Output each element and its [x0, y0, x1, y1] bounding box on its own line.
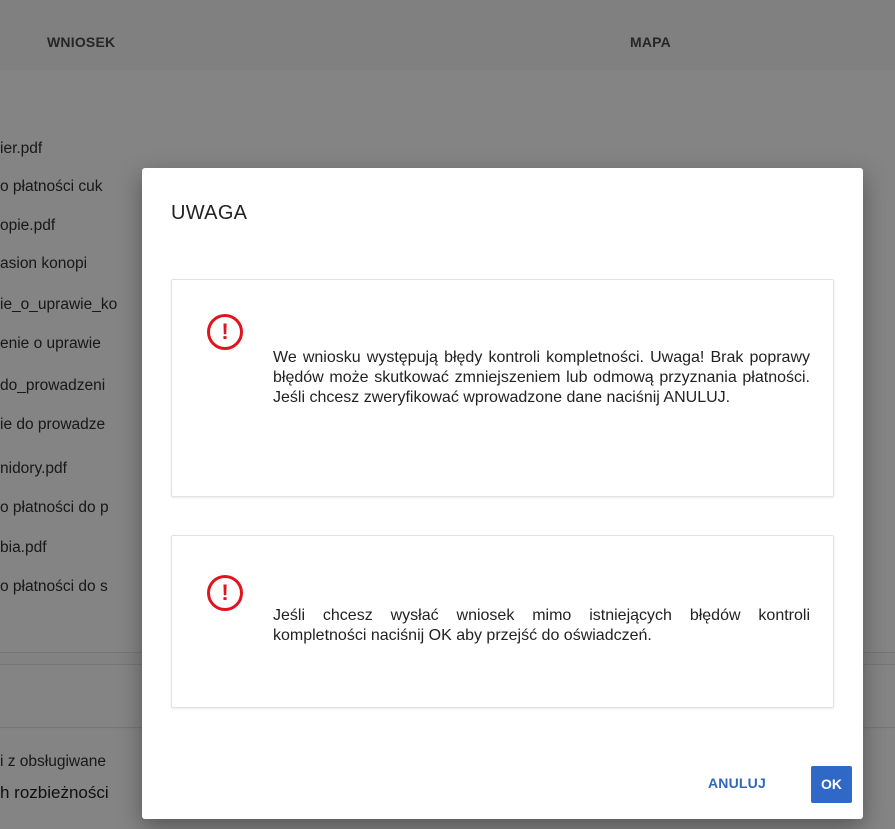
cancel-button[interactable]: ANULUJ: [708, 775, 766, 791]
exclamation-circle-icon: !: [207, 575, 243, 611]
dialog-title: UWAGA: [171, 202, 248, 224]
confirm-message-text: Jeśli chcesz wysłać wniosek mimo istniej…: [273, 607, 810, 644]
warning-dialog: UWAGA ! We wniosku występują błędy kontr…: [142, 168, 863, 819]
warning-message-card: ! We wniosku występują błędy kontroli ko…: [171, 279, 834, 497]
ok-button[interactable]: OK: [811, 766, 852, 803]
warning-message-text: We wniosku występują błędy kontroli komp…: [273, 349, 810, 406]
exclamation-circle-icon: !: [207, 314, 243, 350]
confirm-message-card: ! Jeśli chcesz wysłać wniosek mimo istni…: [171, 535, 834, 708]
